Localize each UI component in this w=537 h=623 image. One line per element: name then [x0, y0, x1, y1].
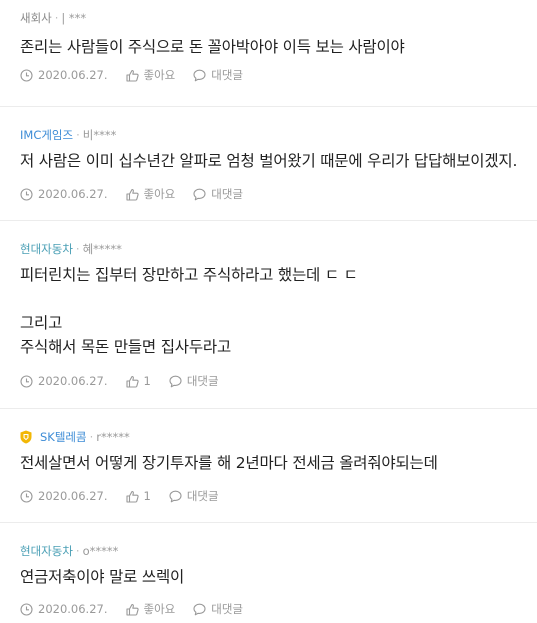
company-name[interactable]: 현대자동차: [20, 543, 73, 559]
company-name[interactable]: IMC게임즈: [20, 127, 73, 143]
comment-meta: 2020.06.27. 좋아요 대댓글: [20, 67, 261, 83]
comment-author: SK텔레콤 · r*****: [20, 429, 130, 445]
comment-text: 저 사람은 이미 십수년간 알파로 엄청 벌어왔기 때문에 우리가 답답해보이겠…: [20, 152, 518, 170]
reply-label: 대댓글: [211, 602, 243, 616]
thumbs-up-icon: [125, 603, 139, 616]
like-button[interactable]: 1: [125, 489, 151, 503]
reply-label: 대댓글: [211, 68, 243, 82]
like-label: 좋아요: [143, 68, 176, 82]
speech-bubble-icon: [193, 69, 206, 81]
reply-label: 대댓글: [186, 374, 219, 388]
speech-bubble-icon: [169, 375, 182, 387]
reply-label: 대댓글: [186, 489, 219, 503]
date-text: 2020.06.27.: [38, 68, 108, 82]
nickname: o*****: [82, 544, 119, 558]
comment-author: IMC게임즈 · 비****: [20, 127, 116, 143]
reply-button[interactable]: 대댓글: [193, 186, 243, 202]
company-name[interactable]: 현대자동차: [20, 241, 73, 257]
clock-icon: [20, 374, 33, 388]
comment-date: 2020.06.27.: [20, 187, 108, 201]
comment-meta: 2020.06.27. 좋아요 대댓글: [20, 601, 261, 617]
comment-item: 현대자동차 · o***** 연금저축이야 말로 쓰렉이 2020.06.27.…: [0, 523, 537, 623]
thumbs-up-icon: [125, 490, 139, 503]
like-count: 1: [143, 374, 151, 388]
clock-icon: [20, 68, 33, 82]
clock-icon: [20, 602, 33, 616]
company-name[interactable]: SK텔레콤: [40, 429, 87, 445]
date-text: 2020.06.27.: [38, 602, 108, 616]
thumbs-up-icon: [125, 375, 139, 388]
clock-icon: [20, 489, 33, 503]
separator: ·: [89, 430, 94, 444]
separator: ·: [75, 242, 80, 256]
nickname: | ***: [61, 11, 87, 25]
comment-item: SK텔레콤 · r***** 전세살면서 어떻게 장기투자를 해 2년마다 전세…: [0, 409, 537, 523]
like-button[interactable]: 1: [125, 374, 151, 388]
comment-date: 2020.06.27.: [20, 489, 108, 503]
reply-button[interactable]: 대댓글: [193, 67, 243, 83]
reply-button[interactable]: 대댓글: [193, 601, 243, 617]
comment-author: 현대자동차 · o*****: [20, 543, 118, 559]
reply-label: 대댓글: [211, 187, 243, 201]
like-label: 좋아요: [143, 602, 176, 616]
thumbs-up-icon: [125, 188, 139, 201]
comment-date: 2020.06.27.: [20, 374, 108, 388]
comment-author: 현대자동차 · 혜*****: [20, 241, 122, 257]
comment-meta: 2020.06.27. 1 대댓글: [20, 373, 237, 389]
comment-item: IMC게임즈 · 비**** 저 사람은 이미 십수년간 알파로 엄청 벌어왔기…: [0, 107, 537, 221]
speech-bubble-icon: [193, 188, 206, 200]
nickname: 혜*****: [82, 242, 122, 256]
nickname: 비****: [82, 128, 117, 142]
like-button[interactable]: 좋아요: [125, 601, 176, 617]
date-text: 2020.06.27.: [38, 187, 108, 201]
like-count: 1: [143, 489, 151, 503]
date-text: 2020.06.27.: [38, 374, 108, 388]
comment-author: 새회사 · | ***: [20, 10, 86, 26]
speech-bubble-icon: [169, 490, 182, 502]
comment-date: 2020.06.27.: [20, 602, 108, 616]
comment-meta: 2020.06.27. 1 대댓글: [20, 488, 237, 504]
speech-bubble-icon: [193, 603, 206, 615]
shield-badge-icon: [20, 430, 32, 444]
comment-text: 존리는 사람들이 주식으로 돈 꼴아박아야 이득 보는 사람이야: [20, 38, 405, 56]
company-name[interactable]: 새회사: [20, 10, 52, 26]
comment-text: 피터린치는 집부터 장만하고 주식하라고 했는데 ㄷ ㄷ 그리고 주식해서 목돈…: [20, 266, 358, 356]
comment-date: 2020.06.27.: [20, 68, 108, 82]
reply-button[interactable]: 대댓글: [169, 373, 219, 389]
reply-button[interactable]: 대댓글: [169, 488, 219, 504]
comment-meta: 2020.06.27. 좋아요 대댓글: [20, 186, 261, 202]
thumbs-up-icon: [125, 69, 139, 82]
comment-item: 현대자동차 · 혜***** 피터린치는 집부터 장만하고 주식하라고 했는데 …: [0, 221, 537, 409]
like-label: 좋아요: [143, 187, 176, 201]
nickname: r*****: [96, 430, 130, 444]
comment-text: 전세살면서 어떻게 장기투자를 해 2년마다 전세금 올려줘야되는데: [20, 454, 438, 472]
date-text: 2020.06.27.: [38, 489, 108, 503]
separator: ·: [54, 11, 59, 25]
comment-item: 새회사 · | *** 존리는 사람들이 주식으로 돈 꼴아박아야 이득 보는 …: [0, 0, 537, 107]
like-button[interactable]: 좋아요: [125, 67, 176, 83]
like-button[interactable]: 좋아요: [125, 186, 176, 202]
separator: ·: [75, 544, 80, 558]
separator: ·: [76, 128, 80, 142]
comment-text: 연금저축이야 말로 쓰렉이: [20, 568, 185, 586]
clock-icon: [20, 187, 33, 201]
